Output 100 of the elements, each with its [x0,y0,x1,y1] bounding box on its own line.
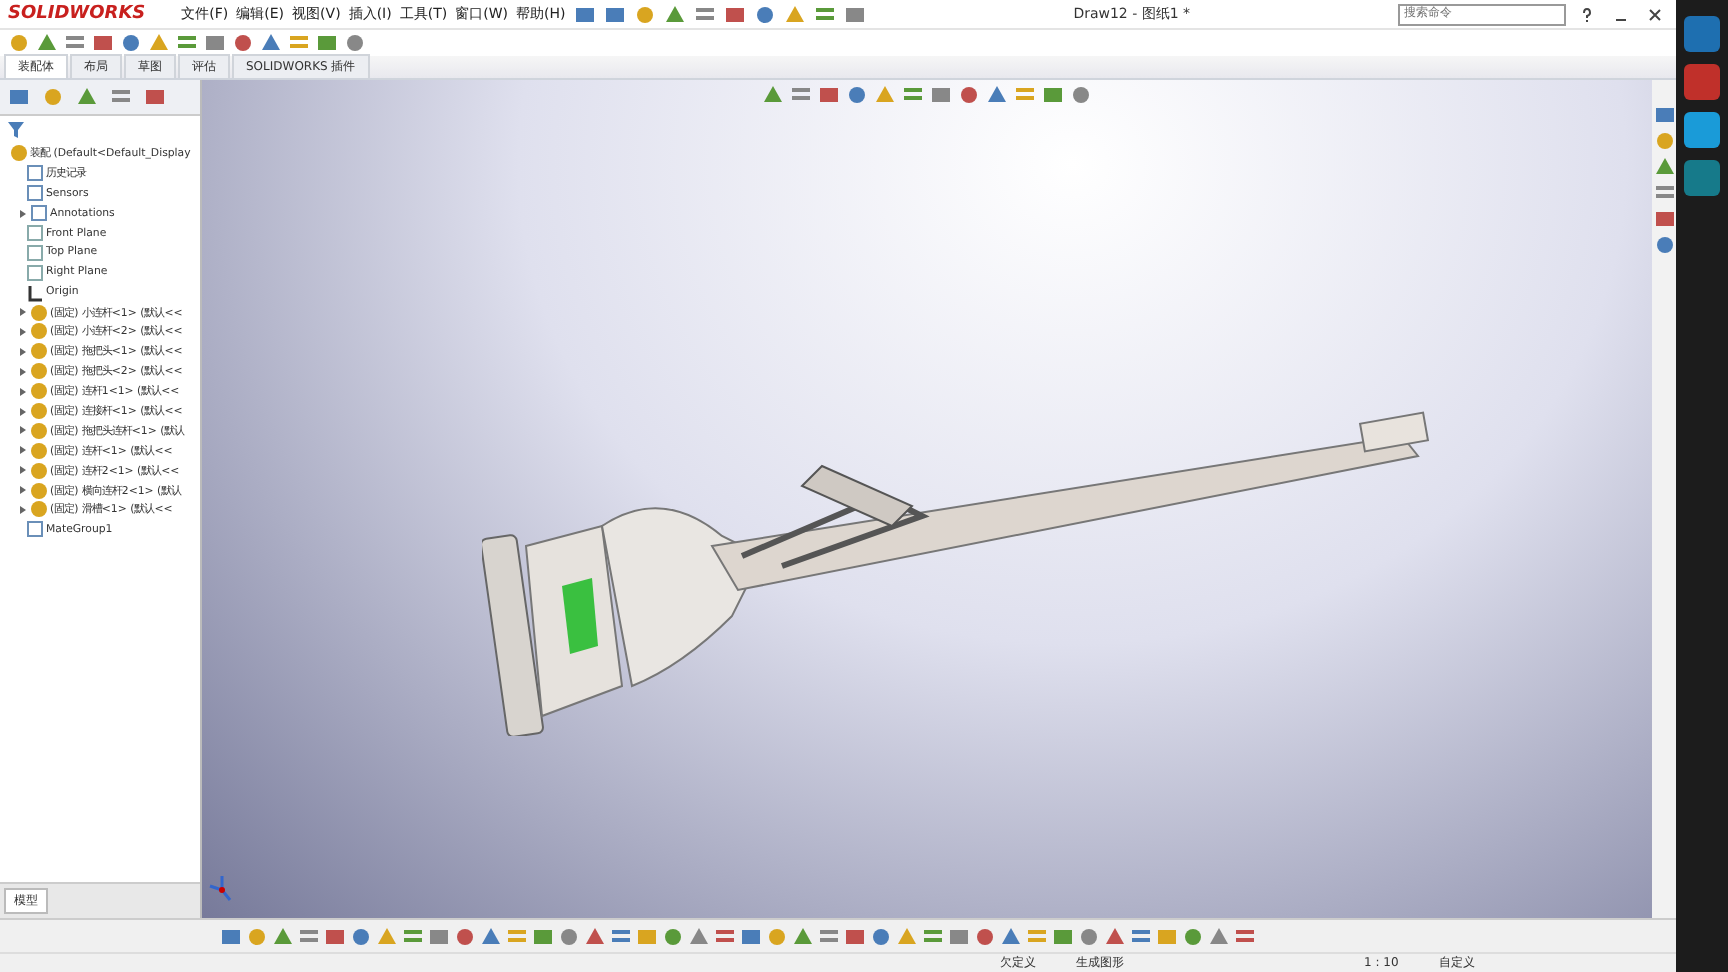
task-pane-icon[interactable] [1653,156,1675,178]
view-tool-icon[interactable] [846,84,868,106]
toolbar-icon[interactable] [843,3,866,25]
toolbar-icon[interactable] [246,925,268,947]
toolbar-icon[interactable] [506,925,528,947]
toolbar-icon[interactable] [783,3,806,25]
taskbar-app-icon[interactable] [1684,160,1720,196]
task-pane-icon[interactable] [1653,104,1675,126]
expand-arrow-icon[interactable] [18,347,26,356]
toolbar-icon[interactable] [1052,925,1074,947]
toolbar-icon[interactable] [844,925,866,947]
toolbar-icon[interactable] [688,925,710,947]
toolbar-icon[interactable] [663,3,686,25]
expand-arrow-icon[interactable] [18,486,26,495]
task-pane-icon[interactable] [1653,130,1675,152]
toolbar-icon[interactable] [1130,925,1152,947]
help-icon[interactable] [1580,7,1595,21]
toolbar-icon[interactable] [662,925,684,947]
expand-arrow-icon[interactable] [18,407,26,416]
toolbar-icon[interactable] [693,3,716,25]
taskbar-app-icon[interactable] [1684,64,1720,100]
panel-tab-icon[interactable] [8,86,30,108]
toolbar-icon[interactable] [753,3,776,25]
toolbar-icon[interactable] [324,925,346,947]
toolbar-icon[interactable] [1026,925,1048,947]
toolbar-icon[interactable] [1156,925,1178,947]
toolbar-icon[interactable] [376,925,398,947]
toolbar-icon[interactable] [922,925,944,947]
filter-icon[interactable] [6,120,26,140]
toolbar-icon[interactable] [1208,925,1230,947]
toolbar-icon[interactable] [220,925,242,947]
panel-tab-icon[interactable] [42,86,64,108]
toolbar-icon[interactable] [584,925,606,947]
panel-tab-icon[interactable] [110,86,132,108]
toolbar-icon[interactable] [8,32,30,54]
toolbar-icon[interactable] [92,32,114,54]
toolbar-icon[interactable] [558,925,580,947]
view-tool-icon[interactable] [874,84,896,106]
toolbar-icon[interactable] [603,3,626,25]
toolbar-icon[interactable] [402,925,424,947]
expand-arrow-icon[interactable] [18,209,26,218]
toolbar-icon[interactable] [64,32,86,54]
toolbar-icon[interactable] [896,925,918,947]
panel-tab-icon[interactable] [76,86,98,108]
toolbar-icon[interactable] [344,32,366,54]
view-tool-icon[interactable] [930,84,952,106]
expand-arrow-icon[interactable] [18,387,26,396]
toolbar-icon[interactable] [636,925,658,947]
view-tool-icon[interactable] [958,84,980,106]
view-tool-icon[interactable] [1042,84,1064,106]
toolbar-icon[interactable] [818,925,840,947]
panel-tab-icon[interactable] [144,86,166,108]
toolbar-icon[interactable] [633,3,656,25]
toolbar-icon[interactable] [176,32,198,54]
toolbar-icon[interactable] [1182,925,1204,947]
toolbar-icon[interactable] [974,925,996,947]
toolbar-icon[interactable] [766,925,788,947]
toolbar-icon[interactable] [723,3,746,25]
toolbar-icon[interactable] [1078,925,1100,947]
toolbar-icon[interactable] [428,925,450,947]
toolbar-icon[interactable] [204,32,226,54]
toolbar-icon[interactable] [870,925,892,947]
toolbar-icon[interactable] [1000,925,1022,947]
expand-arrow-icon[interactable] [18,426,26,435]
toolbar-icon[interactable] [350,925,372,947]
toolbar-icon[interactable] [714,925,736,947]
expand-arrow-icon[interactable] [18,327,26,336]
expand-arrow-icon[interactable] [18,446,26,455]
view-tool-icon[interactable] [1014,84,1036,106]
expand-arrow-icon[interactable] [18,367,26,376]
toolbar-icon[interactable] [454,925,476,947]
toolbar-icon[interactable] [298,925,320,947]
taskbar-app-icon[interactable] [1684,112,1720,148]
taskbar-app-icon[interactable] [1684,16,1720,52]
view-tool-icon[interactable] [762,84,784,106]
view-tool-icon[interactable] [986,84,1008,106]
expand-arrow-icon[interactable] [18,466,26,475]
toolbar-icon[interactable] [792,925,814,947]
toolbar-icon[interactable] [232,32,254,54]
view-tool-icon[interactable] [902,84,924,106]
view-tool-icon[interactable] [818,84,840,106]
task-pane-icon[interactable] [1653,234,1675,256]
view-tool-icon[interactable] [790,84,812,106]
toolbar-icon[interactable] [288,32,310,54]
toolbar-icon[interactable] [120,32,142,54]
toolbar-icon[interactable] [272,925,294,947]
toolbar-icon[interactable] [1234,925,1256,947]
toolbar-icon[interactable] [740,925,762,947]
expand-arrow-icon[interactable] [18,308,26,317]
toolbar-icon[interactable] [532,925,554,947]
toolbar-icon[interactable] [610,925,632,947]
task-pane-icon[interactable] [1653,182,1675,204]
expand-arrow-icon[interactable] [18,505,26,514]
task-pane-icon[interactable] [1653,208,1675,230]
close-icon[interactable] [1648,7,1663,21]
toolbar-icon[interactable] [1104,925,1126,947]
toolbar-icon[interactable] [948,925,970,947]
view-tool-icon[interactable] [1070,84,1092,106]
toolbar-icon[interactable] [813,3,836,25]
toolbar-icon[interactable] [316,32,338,54]
